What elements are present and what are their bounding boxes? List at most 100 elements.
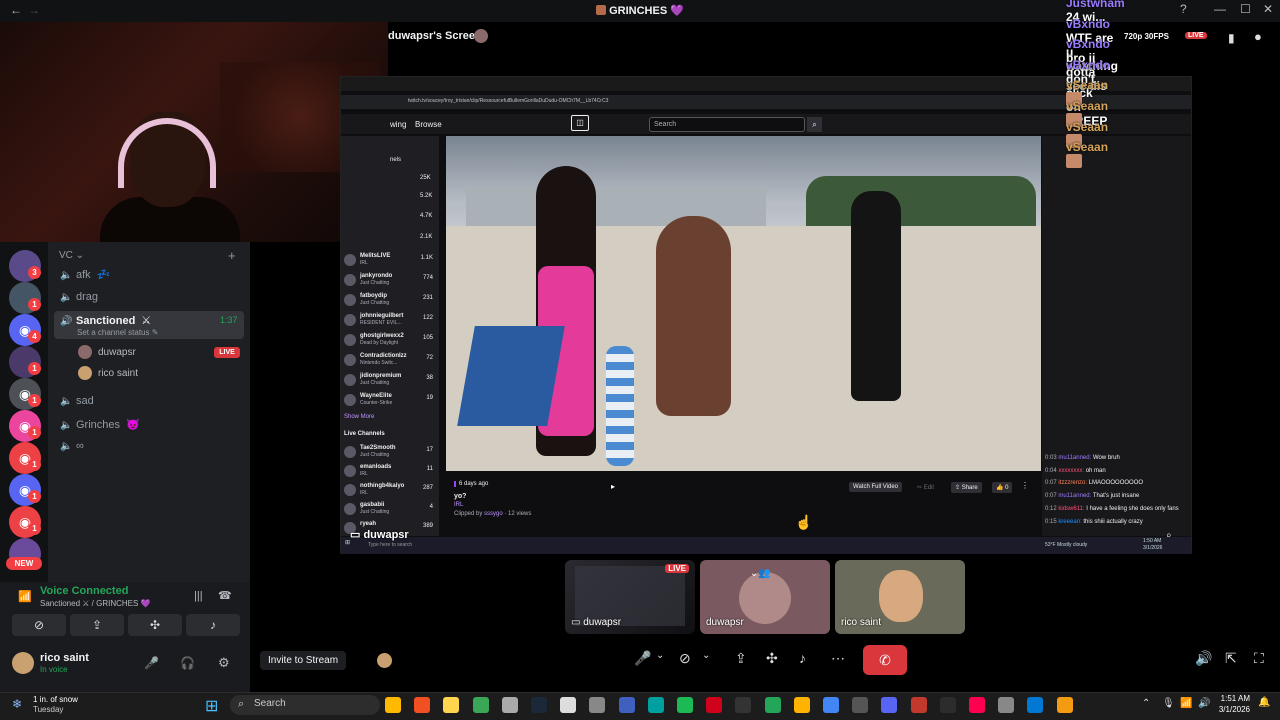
- chat-user[interactable]: kreeean:: [1058, 519, 1083, 525]
- nav-following[interactable]: wing: [390, 120, 406, 129]
- taskbar-app-icon[interactable]: [501, 697, 518, 713]
- microphone-icon[interactable]: 🎤: [144, 656, 159, 670]
- taskbar-app-icon[interactable]: [969, 697, 985, 713]
- invite-to-stream-button[interactable]: Invite to Stream: [260, 651, 347, 670]
- chat-user[interactable]: mu11anned:: [1058, 455, 1093, 461]
- screen-share-icon[interactable]: ⇪: [735, 650, 747, 667]
- taskbar-app-icon[interactable]: [677, 697, 693, 713]
- notifications-icon[interactable]: 🔔: [1258, 697, 1270, 708]
- bookmark-icon[interactable]: ▮: [1228, 31, 1235, 45]
- sidebar-channel[interactable]: jankyrondo Just Chatting 774: [341, 272, 439, 290]
- taskbar-app-icon[interactable]: [852, 697, 869, 713]
- taskbar-app-icon[interactable]: [998, 697, 1015, 713]
- signal-icon[interactable]: 📶: [18, 590, 32, 603]
- sidebar-channel[interactable]: emanloads IRL 11: [341, 463, 439, 481]
- taskbar-app-icon[interactable]: [560, 697, 577, 713]
- taskbar-app-icon[interactable]: [647, 697, 664, 713]
- taskbar-app-icon[interactable]: [443, 697, 460, 713]
- voice-location[interactable]: Sanctioned ⚔ / GRINCHES 💜: [40, 599, 151, 608]
- sidebar-channel[interactable]: Tae2Smooth Just Chatting 17: [341, 444, 439, 462]
- watch-full-video-button[interactable]: Watch Full Video: [849, 482, 903, 492]
- weather-icon[interactable]: ❄: [12, 697, 22, 711]
- like-button[interactable]: 👍 0: [992, 482, 1013, 493]
- user-avatar[interactable]: [12, 652, 34, 674]
- tray-mic-icon[interactable]: 🎙: [1162, 698, 1175, 709]
- channel-drag[interactable]: 🔈 drag: [60, 291, 98, 303]
- voice-status[interactable]: Voice Connected: [40, 585, 128, 597]
- taskbar-app-icon[interactable]: [531, 697, 547, 713]
- clip-video[interactable]: [446, 136, 1041, 471]
- sidebar-channel[interactable]: fatboydip Just Chatting 231: [341, 292, 439, 310]
- taskbar-app-icon[interactable]: [385, 697, 401, 713]
- close-icon[interactable]: ✕: [1263, 2, 1273, 16]
- channel-sad[interactable]: 🔈 sad: [60, 395, 94, 407]
- channel-infinity[interactable]: 🔈 ∞: [60, 440, 84, 452]
- activities-icon[interactable]: ✣: [766, 650, 778, 667]
- taskbar-app-icon[interactable]: [472, 697, 489, 713]
- chat-bubble-icon[interactable]: ●: [1254, 29, 1262, 44]
- chat-user[interactable]: kidsw611:: [1058, 506, 1086, 512]
- more-options-icon[interactable]: ⋮: [1021, 481, 1029, 490]
- windows-start-icon[interactable]: ⊞: [205, 696, 218, 716]
- sidebar-channel[interactable]: johnnieguilbert RESIDENT EVIL... 122: [341, 312, 439, 330]
- channel-afk[interactable]: 🔈 afk 💤: [60, 268, 110, 282]
- sidebar-channel[interactable]: jidionpremium Just Chatting 38: [341, 372, 439, 390]
- twitch-logo-icon[interactable]: ◫: [571, 115, 589, 131]
- screen-share-button[interactable]: ⇪: [70, 614, 124, 636]
- sidebar-channel[interactable]: nothingb4kaiyo IRL 287: [341, 482, 439, 500]
- taskbar-app-icon[interactable]: [881, 697, 898, 713]
- chat-user[interactable]: itzzzrenzo:: [1058, 480, 1088, 486]
- taskbar-app-icon[interactable]: [414, 697, 431, 713]
- chat-user[interactable]: xxxxxxxx:: [1058, 468, 1085, 474]
- sidebar-channel[interactable]: MelitsLIVE IRL 1.1K: [341, 252, 439, 270]
- taskbar-app-icon[interactable]: [793, 697, 810, 713]
- leave-call-button[interactable]: ✆: [863, 645, 907, 675]
- soundboard-icon[interactable]: ♪: [799, 650, 806, 666]
- sidebar-channel[interactable]: WayneElite Counter-Strike 19: [341, 392, 439, 410]
- tray-chevron-icon[interactable]: ⌃: [1142, 698, 1150, 709]
- microphone-icon[interactable]: 🎤: [634, 650, 651, 667]
- minimize-icon[interactable]: —: [1214, 2, 1226, 16]
- taskbar-app-icon[interactable]: [823, 697, 839, 713]
- settings-gear-icon[interactable]: ⚙: [218, 655, 230, 671]
- member-name[interactable]: rico saint: [98, 368, 138, 379]
- chevron-down-icon[interactable]: ⌄: [656, 650, 664, 661]
- show-more-link[interactable]: Show More: [344, 414, 374, 420]
- taskbar-app-icon[interactable]: [1056, 697, 1073, 713]
- participant-tile-rico[interactable]: rico saint: [835, 560, 965, 634]
- add-channel-icon[interactable]: +: [228, 248, 236, 263]
- share-button[interactable]: ⇪ Share: [951, 482, 982, 493]
- disconnect-icon[interactable]: ☎: [218, 589, 232, 602]
- taskbar-app-icon[interactable]: [589, 697, 606, 713]
- member-name[interactable]: duwapsr: [98, 347, 136, 358]
- volume-icon[interactable]: 🔊: [1195, 650, 1212, 667]
- chevron-down-icon[interactable]: ⌄: [702, 650, 710, 661]
- edit-button[interactable]: ✂ Edit: [917, 484, 934, 491]
- maximize-icon[interactable]: ☐: [1240, 2, 1251, 16]
- camera-off-button[interactable]: ⊘: [12, 614, 66, 636]
- taskbar-search[interactable]: [230, 695, 380, 715]
- wifi-icon[interactable]: 📶: [1180, 698, 1192, 709]
- camera-off-icon[interactable]: ⊘: [679, 650, 691, 667]
- clock-time[interactable]: 1:51 AM: [1220, 694, 1250, 703]
- taskbar-app-icon[interactable]: [764, 697, 781, 713]
- more-icon[interactable]: ⋯: [831, 650, 845, 667]
- fullscreen-icon[interactable]: ⛶: [1254, 650, 1264, 667]
- taskbar-app-icon[interactable]: [1027, 697, 1044, 713]
- search-input[interactable]: Search: [649, 117, 805, 132]
- sidebar-channel[interactable]: ghostgirlwexx2 Dead by Daylight 105: [341, 332, 439, 350]
- category-header[interactable]: VC ⌄: [59, 250, 84, 261]
- taskbar-app-icon[interactable]: [910, 697, 927, 713]
- clock-date[interactable]: 3/1/2026: [1218, 705, 1250, 714]
- headphones-icon[interactable]: 🎧: [180, 656, 195, 670]
- channel-status[interactable]: Set a channel status ✎: [77, 328, 158, 337]
- taskbar-app-icon[interactable]: [735, 697, 752, 713]
- speaker-icon[interactable]: 🔊: [1198, 698, 1210, 709]
- activities-button[interactable]: ✣: [128, 614, 182, 636]
- participant-tile-duwapsr[interactable]: ⌄👥 duwapsr: [700, 560, 830, 634]
- taskbar-app-icon[interactable]: [706, 697, 723, 713]
- taskbar-app-icon[interactable]: [618, 697, 635, 713]
- sidebar-channel[interactable]: ContradictionIzz Nintendo Switc... 72: [341, 352, 439, 370]
- chat-user[interactable]: mu11anned:: [1058, 493, 1092, 499]
- clip-category[interactable]: IRL: [454, 502, 463, 508]
